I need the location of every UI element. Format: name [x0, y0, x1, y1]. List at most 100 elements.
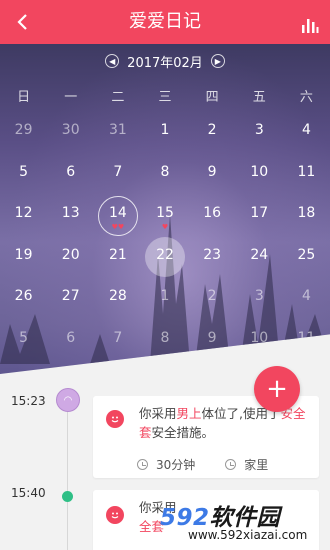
entry-time: 15:23	[11, 394, 46, 408]
calendar-day[interactable]: 14 ♥♥	[94, 195, 141, 241]
calendar-day[interactable]: 7	[94, 324, 141, 366]
calendar-day[interactable]: 16	[189, 199, 236, 241]
clock-icon	[225, 459, 237, 470]
watermark-logo: 592软件园 www.592xiazai.com	[160, 498, 325, 548]
day-number: 21	[108, 246, 127, 263]
bar-chart-icon	[302, 19, 319, 33]
day-number: 26	[14, 288, 33, 304]
calendar-day[interactable]: 27	[47, 282, 94, 324]
calendar-day[interactable]: 11	[283, 324, 330, 366]
prev-month-button[interactable]: ◀	[105, 54, 120, 68]
calendar-day[interactable]: 2	[189, 116, 236, 158]
calendar-day[interactable]: 17	[236, 199, 283, 241]
plus-icon: +	[266, 374, 288, 404]
day-number: 4	[301, 288, 311, 304]
calendar-day[interactable]: 1	[141, 282, 188, 324]
calendar-day[interactable]: 2	[189, 282, 236, 324]
stats-button[interactable]	[298, 10, 322, 34]
day-number: 30	[61, 122, 80, 138]
day-number: 15	[156, 205, 174, 221]
day-number: 6	[66, 163, 76, 180]
day-number: 25	[297, 246, 316, 263]
month-switcher: ◀ 2017年02月 ▶	[0, 50, 330, 72]
calendar-day[interactable]: 23	[189, 241, 236, 283]
watermark-url: www.592xiazai.com	[188, 528, 308, 542]
calendar-day[interactable]: 26	[0, 282, 47, 324]
day-number: 13	[61, 205, 80, 221]
weekday-label: 二	[111, 90, 125, 105]
calendar-day[interactable]: 30	[47, 116, 94, 158]
timeline-dot	[62, 491, 73, 502]
day-number: 3	[254, 288, 264, 304]
day-number: 5	[19, 163, 29, 180]
calendar-day[interactable]: 4	[283, 282, 330, 324]
calendar-week-row: 29 30 31 1 2 3 4	[0, 116, 330, 158]
calendar-day[interactable]: 25	[283, 241, 330, 283]
day-number: 1	[160, 288, 170, 304]
calendar-day[interactable]: 19	[0, 241, 47, 283]
next-month-button[interactable]: ▶	[210, 54, 225, 68]
calendar-day[interactable]: 29	[0, 116, 47, 158]
day-number: 8	[160, 163, 170, 180]
weekday-label: 一	[64, 90, 78, 105]
calendar-day[interactable]: 21	[94, 241, 141, 283]
timeline-line	[67, 404, 68, 550]
weekday-label: 三	[158, 90, 172, 105]
calendar-day[interactable]: 3	[236, 116, 283, 158]
calendar-day[interactable]: 20	[47, 241, 94, 283]
calendar-day[interactable]: 28	[94, 282, 141, 324]
calendar-day[interactable]: 3	[236, 282, 283, 324]
location: 家里	[225, 456, 268, 473]
calendar-day[interactable]: 1	[141, 116, 188, 158]
calendar-day[interactable]: 31	[94, 116, 141, 158]
entry-text-part: 你采用	[139, 406, 177, 421]
day-number: 14	[108, 205, 127, 221]
location-value: 家里	[244, 458, 269, 472]
position-highlight: 男上	[176, 406, 202, 421]
clock-icon	[137, 459, 148, 470]
calendar-day[interactable]: 9	[189, 324, 236, 366]
smiley-face-icon	[106, 506, 124, 524]
day-number: 1	[160, 122, 170, 138]
day-number: 3	[254, 122, 264, 138]
calendar-day[interactable]: 22	[141, 237, 188, 283]
calendar-day[interactable]: 5	[0, 158, 47, 200]
calendar-day[interactable]: 5	[0, 324, 47, 366]
day-number: 17	[250, 205, 269, 221]
calendar-day[interactable]: 7	[94, 158, 141, 200]
weekday-header: 日一二三四五六	[0, 86, 330, 105]
calendar-day[interactable]: 6	[47, 158, 94, 200]
calendar-day[interactable]: 11	[283, 158, 330, 200]
add-entry-button[interactable]: +	[254, 366, 300, 412]
day-number: 9	[207, 163, 217, 180]
calendar-day[interactable]: 12	[0, 199, 47, 241]
day-number: 2	[207, 122, 217, 138]
calendar-week-row: 26 27 28 1 2 3 4	[0, 282, 330, 324]
calendar-day[interactable]: 18	[283, 199, 330, 241]
entry-meta: 30分钟 家里	[137, 456, 298, 473]
day-number: 22	[156, 246, 174, 263]
calendar-day[interactable]: 8	[141, 158, 188, 200]
weekday-label: 五	[252, 90, 266, 105]
calendar-grid: 29 30 31 1 2 3 4 5 6 7 8 9 10 11 12 13 14 ♥♥ 15 ♥ 16 17 18 19 20…	[0, 116, 330, 365]
calendar-week-row: 5 6 7 8 9 10 11	[0, 324, 330, 366]
day-number: 12	[14, 205, 33, 221]
day-number: 29	[14, 122, 33, 138]
calendar-day[interactable]: 15 ♥	[141, 199, 188, 241]
calendar-day[interactable]: 10	[236, 158, 283, 200]
calendar-day[interactable]: 13	[47, 199, 94, 241]
day-number: 5	[19, 329, 29, 346]
day-number: 7	[113, 163, 123, 180]
calendar-day[interactable]: 6	[47, 324, 94, 366]
day-number: 28	[108, 288, 127, 304]
calendar-day[interactable]: 10	[236, 324, 283, 366]
avatar: ◠	[56, 388, 80, 412]
app-header: 爱爱日记	[0, 0, 330, 44]
calendar-day[interactable]: 4	[283, 116, 330, 158]
day-number: 8	[160, 329, 170, 346]
calendar-day[interactable]: 8	[141, 324, 188, 366]
calendar-day[interactable]: 9	[189, 158, 236, 200]
calendar-day[interactable]: 24	[236, 241, 283, 283]
heart-icon: ♥♥	[111, 223, 125, 231]
day-number: 24	[250, 246, 269, 263]
